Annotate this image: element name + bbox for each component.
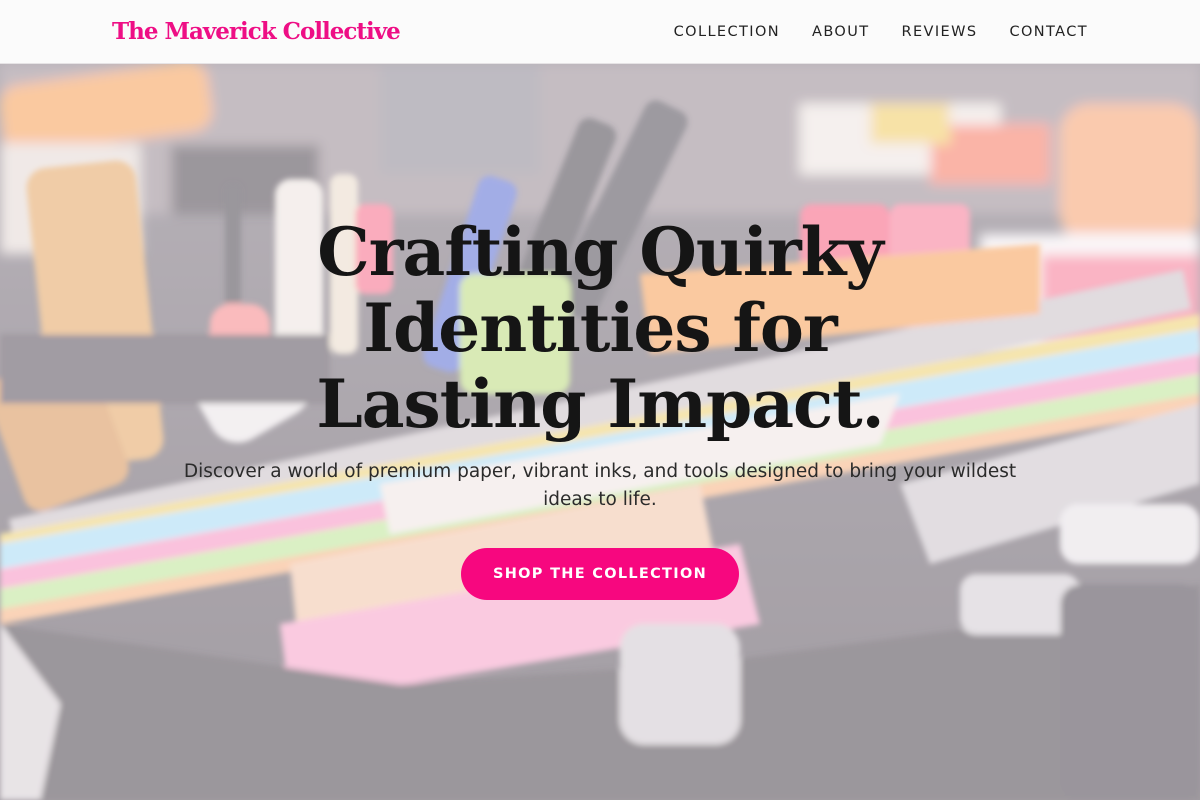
nav-link-contact[interactable]: CONTACT — [1009, 24, 1088, 40]
shop-collection-button[interactable]: SHOP THE COLLECTION — [461, 548, 739, 600]
hero-subtitle: Discover a world of premium paper, vibra… — [183, 461, 1017, 510]
nav-link-collection[interactable]: COLLECTION — [674, 24, 780, 40]
site-header: The Maverick Collective COLLECTION ABOUT… — [0, 0, 1200, 64]
hero-content: Crafting Quirky Identities for Lasting I… — [0, 214, 1200, 600]
hero-title: Crafting Quirky Identities for Lasting I… — [316, 213, 884, 443]
nav-link-about[interactable]: ABOUT — [812, 24, 870, 40]
brand-logo[interactable]: The Maverick Collective — [112, 18, 401, 45]
hero-section: Crafting Quirky Identities for Lasting I… — [0, 64, 1200, 800]
nav-link-reviews[interactable]: REVIEWS — [902, 24, 978, 40]
main-nav: COLLECTION ABOUT REVIEWS CONTACT — [674, 24, 1088, 40]
